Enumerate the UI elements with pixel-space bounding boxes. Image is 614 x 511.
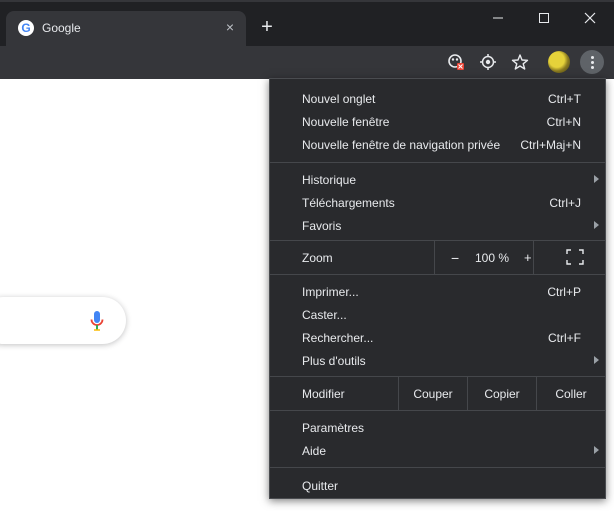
menu-item-label: Paramètres [302, 421, 365, 435]
submenu-arrow-icon [594, 356, 599, 364]
menu-item-find[interactable]: Rechercher... Ctrl+F [270, 326, 605, 349]
maximize-button[interactable] [524, 6, 564, 30]
zoom-out-button[interactable]: − [451, 250, 459, 266]
menu-item-shortcut: Ctrl+J [549, 196, 581, 210]
star-icon[interactable] [510, 52, 530, 72]
cut-label: Couper [413, 386, 453, 401]
menu-item-shortcut: Ctrl+F [548, 331, 581, 345]
fullscreen-icon[interactable] [566, 249, 584, 265]
submenu-arrow-icon [594, 175, 599, 183]
menu-item-label: Favoris [302, 219, 342, 233]
menu-item-bookmarks[interactable]: Favoris [270, 214, 605, 237]
menu-item-label: Nouvelle fenêtre [302, 115, 390, 129]
menu-item-label: Téléchargements [302, 196, 395, 210]
chrome-menu: Nouvel onglet Ctrl+T Nouvelle fenêtre Ct… [269, 78, 606, 499]
menu-item-more-tools[interactable]: Plus d'outils [270, 349, 605, 372]
zoom-row: Zoom − 100 % + [270, 241, 605, 274]
menu-item-label: Nouvelle fenêtre de navigation privée [302, 138, 501, 152]
profile-avatar[interactable] [548, 51, 570, 73]
new-tab-button[interactable]: + [257, 17, 277, 37]
zoom-in-button[interactable]: + [524, 250, 532, 265]
paste-label: Coller [555, 386, 587, 401]
menu-item-label: Plus d'outils [302, 354, 366, 368]
location-target-icon[interactable] [478, 52, 498, 72]
menu-separator [270, 410, 605, 411]
browser-toolbar [0, 46, 614, 79]
menu-item-quit[interactable]: Quitter [270, 474, 605, 497]
copy-label: Copier [484, 386, 520, 401]
close-window-button[interactable] [570, 6, 610, 30]
menu-item-label: Imprimer... [302, 285, 359, 299]
menu-item-label: Caster... [302, 308, 347, 322]
minimize-icon [493, 17, 503, 19]
google-g-icon: G [18, 20, 34, 36]
zoom-value: 100 % [475, 251, 510, 265]
menu-item-help[interactable]: Aide [270, 439, 605, 462]
maximize-icon [539, 13, 549, 23]
menu-item-label: Rechercher... [302, 331, 374, 345]
edit-row: Modifier Couper Copier Coller [270, 377, 605, 410]
menu-item-new-window[interactable]: Nouvelle fenêtre Ctrl+N [270, 110, 605, 133]
menu-item-cast[interactable]: Caster... [270, 303, 605, 326]
menu-item-shortcut: Ctrl+Maj+N [520, 138, 581, 152]
tab-title: Google [42, 21, 81, 35]
menu-separator [270, 467, 605, 468]
menu-item-new-incognito-window[interactable]: Nouvelle fenêtre de navigation privée Ct… [270, 133, 605, 156]
menu-item-new-tab[interactable]: Nouvel onglet Ctrl+T [270, 87, 605, 110]
minimize-button[interactable] [478, 6, 518, 30]
search-box[interactable] [0, 297, 126, 344]
menu-item-label: Nouvel onglet [302, 92, 376, 106]
zoom-controls: − 100 % + [434, 241, 534, 274]
cut-button[interactable]: Couper [398, 377, 467, 410]
menu-item-downloads[interactable]: Téléchargements Ctrl+J [270, 191, 605, 214]
submenu-arrow-icon [594, 221, 599, 229]
browser-tab[interactable]: G Google × [6, 11, 246, 48]
menu-item-label: Quitter [302, 479, 339, 493]
title-bar: G Google × + [0, 0, 614, 48]
zoom-label: Zoom [302, 251, 333, 265]
more-vert-icon[interactable] [580, 50, 604, 74]
microphone-icon[interactable] [90, 311, 104, 331]
paste-button[interactable]: Coller [536, 377, 605, 410]
menu-item-settings[interactable]: Paramètres [270, 416, 605, 439]
menu-item-shortcut: Ctrl+N [546, 115, 581, 129]
menu-item-history[interactable]: Historique [270, 168, 605, 191]
menu-item-label: Historique [302, 173, 357, 187]
copy-button[interactable]: Copier [467, 377, 536, 410]
edit-label: Modifier [302, 387, 345, 401]
close-icon [584, 12, 596, 24]
menu-item-shortcut: Ctrl+T [548, 92, 581, 106]
menu-separator [270, 274, 605, 275]
menu-item-print[interactable]: Imprimer... Ctrl+P [270, 280, 605, 303]
menu-item-shortcut: Ctrl+P [547, 285, 581, 299]
tab-close-icon[interactable]: × [222, 19, 238, 35]
extension-blocked-icon[interactable] [446, 52, 466, 72]
menu-separator [270, 162, 605, 163]
submenu-arrow-icon [594, 446, 599, 454]
menu-item-label: Aide [302, 444, 327, 458]
